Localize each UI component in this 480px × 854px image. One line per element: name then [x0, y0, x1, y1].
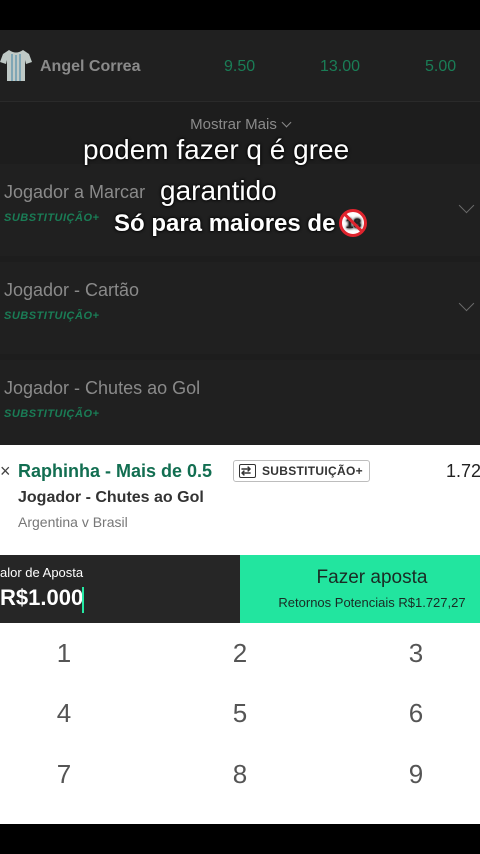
- player-odds-row[interactable]: Angel Correa 9.50 13.00 5.00: [0, 30, 480, 102]
- chevron-down-icon: [458, 295, 475, 312]
- bet-slip: × Raphinha - Mais de 0.5 SUBSTITUIÇÃO+ 1…: [0, 445, 480, 555]
- market-title: Jogador - Chutes ao Gol: [4, 378, 201, 398]
- key-1[interactable]: 1: [0, 623, 144, 683]
- substitution-badge: SUBSTITUIÇÃO+: [233, 460, 370, 482]
- player-name: Angel Correa: [40, 58, 141, 75]
- caption-line-2: garantido: [160, 175, 277, 206]
- chevron-down-icon: [281, 117, 292, 128]
- stake-value: R$1.000: [0, 585, 84, 610]
- show-more-button[interactable]: Mostrar Mais: [0, 116, 480, 133]
- place-bet-button[interactable]: Fazer aposta Retornos Potenciais R$1.727…: [240, 555, 480, 623]
- selection-price: 1.72: [446, 461, 480, 481]
- selection-match: Argentina v Brasil: [18, 514, 128, 530]
- top-black-bar: [0, 0, 480, 30]
- substitution-tag: SUBSTITUIÇÃO+: [4, 310, 100, 322]
- market-accordion-shots[interactable]: Jogador - Chutes ao Gol SUBSTITUIÇÃO+: [0, 360, 480, 445]
- market-title: Jogador a Marcar: [4, 182, 146, 202]
- odd-button-3[interactable]: 5.00: [425, 58, 456, 76]
- numeric-keypad: 1 2 3 4 5 6 7 8 9: [0, 623, 480, 824]
- chevron-down-icon: [458, 197, 475, 214]
- key-3[interactable]: 3: [336, 623, 480, 683]
- key-9[interactable]: 9: [336, 744, 480, 804]
- text-cursor: [82, 587, 84, 613]
- caption-line-3: Só para maiores de 18: [114, 208, 368, 239]
- age-warning-text: Só para maiores de: [114, 210, 336, 237]
- caption-line-1: podem fazer q é gree: [83, 134, 350, 165]
- key-6[interactable]: 6: [336, 683, 480, 743]
- show-more-label: Mostrar Mais: [190, 116, 277, 133]
- key-8[interactable]: 8: [160, 744, 320, 804]
- shirt-icon: [0, 50, 32, 81]
- odd-button-2[interactable]: 13.00: [320, 58, 360, 76]
- substitution-tag: SUBSTITUIÇÃO+: [4, 408, 100, 420]
- key-5[interactable]: 5: [160, 683, 320, 743]
- market-title: Jogador - Cartão: [4, 280, 140, 300]
- key-7[interactable]: 7: [0, 744, 144, 804]
- market-accordion-card[interactable]: Jogador - Cartão SUBSTITUIÇÃO+: [0, 262, 480, 354]
- substitution-icon: [239, 461, 256, 481]
- bottom-black-bar: [0, 824, 480, 854]
- substitution-tag: SUBSTITUIÇÃO+: [4, 212, 100, 224]
- stake-input[interactable]: alor de Aposta R$1.000: [0, 555, 240, 623]
- stake-bar: alor de Aposta R$1.000 Fazer aposta Reto…: [0, 555, 480, 623]
- stake-label: alor de Aposta: [0, 565, 84, 580]
- key-2[interactable]: 2: [160, 623, 320, 683]
- potential-returns: Retornos Potenciais R$1.727,27: [278, 595, 466, 610]
- selection-name: Raphinha - Mais de 0.5: [18, 461, 213, 481]
- close-icon[interactable]: ×: [0, 461, 11, 482]
- odd-button-1[interactable]: 9.50: [224, 58, 255, 76]
- selection-market: Jogador - Chutes ao Gol: [18, 489, 204, 506]
- no-under-18-icon: 18: [339, 208, 368, 237]
- place-bet-label: Fazer aposta: [316, 567, 428, 588]
- key-4[interactable]: 4: [0, 683, 144, 743]
